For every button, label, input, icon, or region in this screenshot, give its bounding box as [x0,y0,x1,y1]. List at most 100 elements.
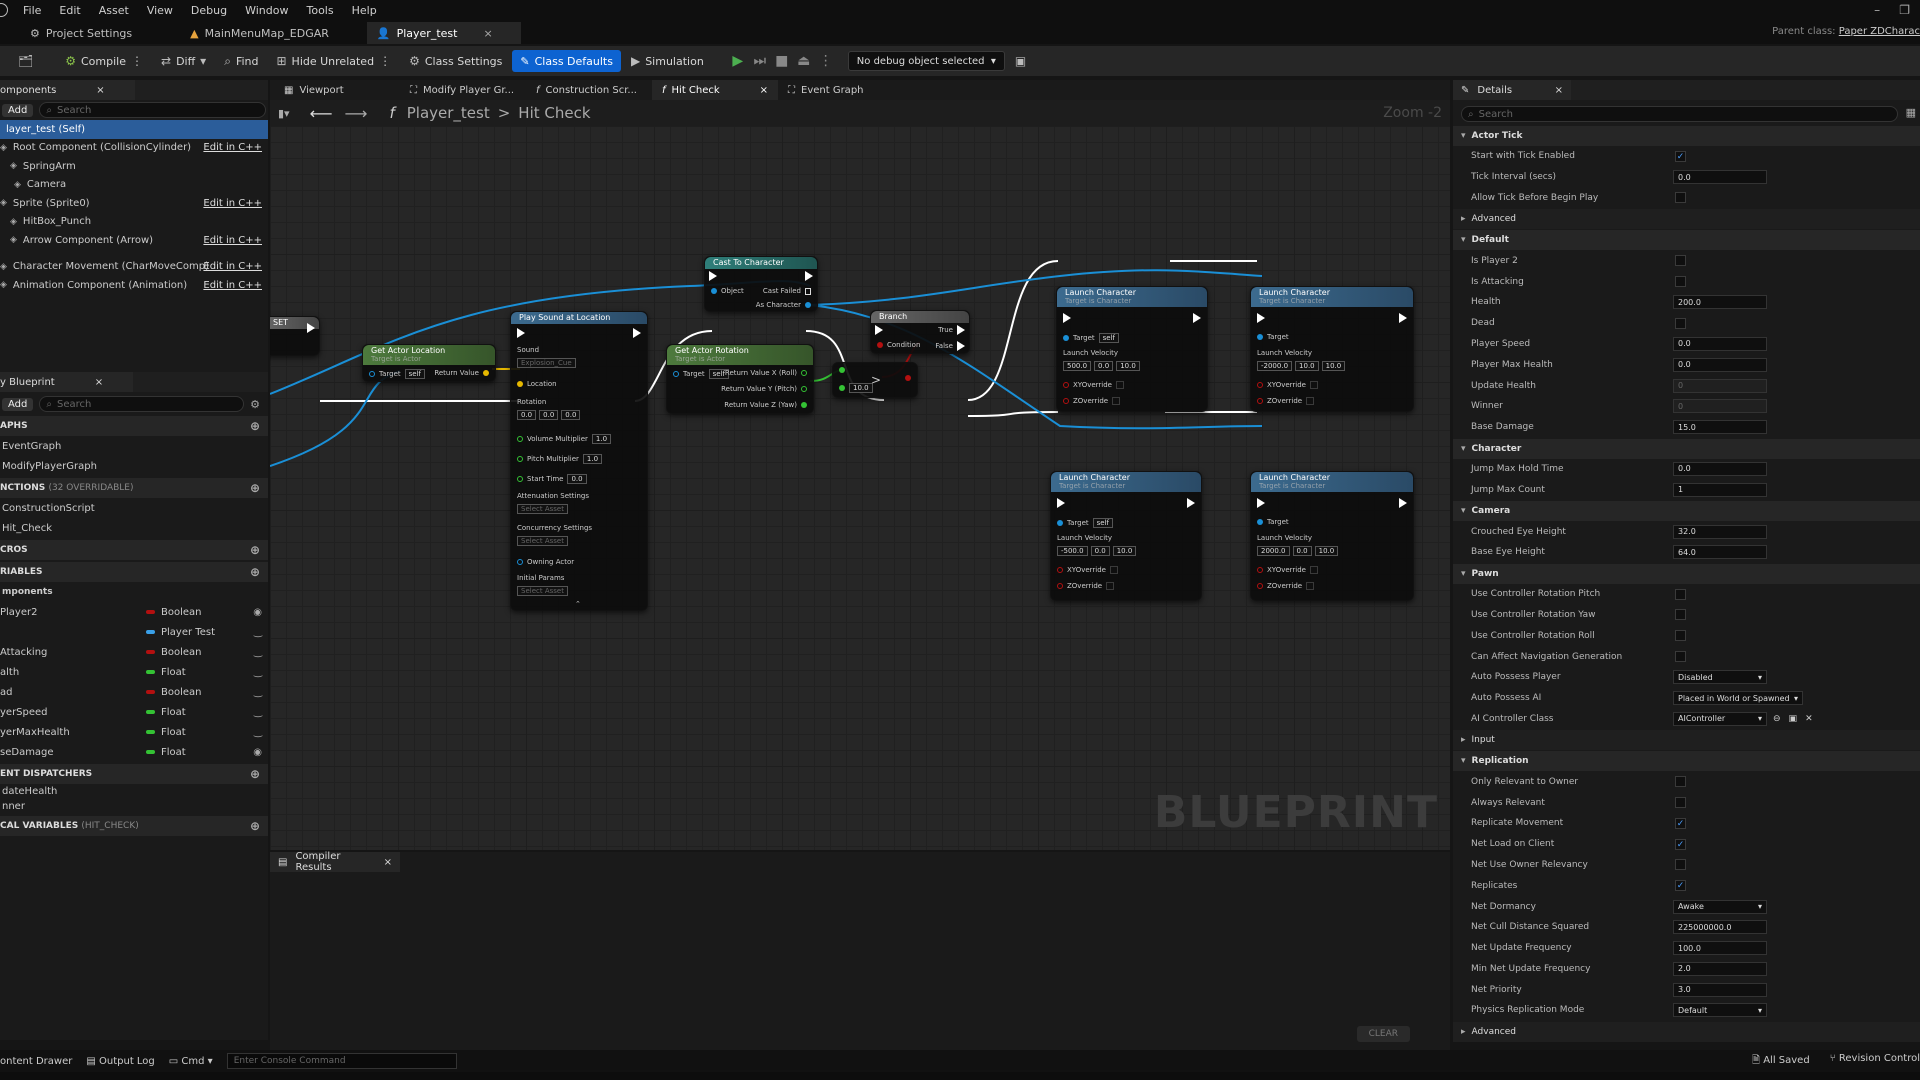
details-category[interactable]: ▸ Input [1453,730,1920,751]
settings-gear-icon[interactable]: ⚙ [250,398,260,411]
tab-modify-player-graph[interactable]: ⛶ Modify Player Gr... [400,80,526,100]
property-value-field[interactable]: 64.0 [1673,545,1767,560]
property-dropdown[interactable]: Placed in World or Spawned ▾ [1673,691,1803,706]
variable-item[interactable]: Player Test ‿ [0,622,268,642]
checkbox[interactable] [1309,566,1318,574]
graph-item-eventgraph[interactable]: EventGraph [0,436,268,456]
debug-object-select[interactable]: No debug object selected ▾ [847,51,1005,71]
property-dropdown[interactable]: Awake ▾ [1673,899,1767,914]
compile-button[interactable]: ⚙ Compile ⋮ [57,50,151,72]
menu-help[interactable]: Help [343,4,386,17]
class-defaults-button[interactable]: ✎ Class Defaults [512,50,621,72]
expand-chevron-icon[interactable]: ⌃ [575,600,581,608]
variable-item[interactable]: yerSpeed Float ‿ [0,702,268,722]
variable-type[interactable]: Float [146,727,186,738]
target-pin[interactable]: Target self [369,369,426,379]
true-pin[interactable]: True [938,325,965,335]
property-checkbox[interactable] [1675,588,1686,600]
components-search-input[interactable]: ⌕ Search [39,102,266,118]
tab-main-menu-map[interactable]: ▲ MainMenuMap_EDGAR [180,22,343,44]
property-dropdown[interactable]: Disabled ▾ [1673,670,1767,685]
component-item[interactable]: layer_test (Self) [0,120,268,139]
pin-value[interactable]: 2000.0 [1257,546,1290,556]
cast-failed-pin[interactable]: Cast Failed [763,287,811,295]
property-dropdown[interactable]: Default ▾ [1673,1003,1767,1018]
variable-item[interactable]: Player2 Boolean ◉ [0,602,268,622]
details-search-input[interactable]: ⌕ Search [1461,106,1898,122]
function-item-constructionscript[interactable]: ConstructionScript [0,498,268,518]
initial-params-pin[interactable]: Initial Params Select Asset [517,574,568,596]
pin-value[interactable]: 10.0 [1295,361,1319,371]
roll-pin[interactable]: Return Value X (Roll) [725,369,807,377]
bookmark-icon[interactable]: ▮▾ [278,107,290,120]
exec-in-pin[interactable] [1057,498,1065,508]
revision-control-button[interactable]: ⑂ Revision Control [1830,1053,1920,1070]
yaw-pin[interactable]: Return Value Z (Yaw) [724,401,807,409]
property-checkbox[interactable] [1675,317,1686,329]
tab-event-graph[interactable]: ⛶ Event Graph [778,80,904,100]
close-tab-icon[interactable]: × [483,27,492,40]
variable-item[interactable]: yerMaxHealth Float ‿ [0,722,268,742]
property-checkbox[interactable] [1675,609,1686,621]
diff-button[interactable]: ⇄ Diff ▾ [153,50,214,72]
component-item[interactable]: ◈ Sprite (Sprite0) Edit in C++ [0,194,268,213]
menu-tools[interactable]: Tools [297,4,342,17]
variable-item[interactable]: Attacking Boolean ‿ [0,642,268,662]
visibility-eye-icon[interactable]: ◉ [253,747,262,758]
property-checkbox[interactable] [1675,192,1686,204]
pin-value[interactable]: 10.0 [1321,361,1346,371]
details-category[interactable]: ▸ Advanced [1453,1021,1920,1042]
volume-multiplier-pin[interactable]: Volume Multiplier 1.0 [517,434,612,444]
exec-in-pin[interactable] [1257,498,1265,508]
save-icon[interactable]: 🗂 [10,50,41,72]
property-value-field[interactable]: 0.0 [1673,461,1767,476]
clear-icon[interactable]: ✕ [1805,714,1813,724]
details-category[interactable]: ▾ Replication [1453,751,1920,772]
parent-class-link[interactable]: Paper ZDCharac [1839,26,1920,37]
pin-value[interactable]: 0.0 [517,410,537,420]
pitch-pin[interactable]: Return Value Y (Pitch) [721,385,807,393]
visibility-closed-icon[interactable]: ‿ [254,707,262,718]
local-variables-section[interactable]: CAL VARIABLES (HIT_CHECK) ⊕ [0,816,268,836]
target-pin[interactable]: Target self [1063,333,1120,343]
pin-value[interactable]: 10.0 [1314,546,1339,556]
kebab-icon[interactable]: ⋮ [816,50,836,72]
all-saved-button[interactable]: 🗎 All Saved [1752,1053,1810,1070]
variable-type[interactable]: Float [146,747,186,758]
exec-out-pin[interactable] [1399,313,1407,323]
launch-velocity-pin[interactable]: Launch Velocity 2000.0 0.0 10.0 [1257,534,1339,556]
variable-type[interactable]: Boolean [146,647,202,658]
exec-in-pin[interactable] [709,271,717,281]
window-controls[interactable]: – ❐ [1874,3,1910,17]
visibility-closed-icon[interactable]: ‿ [254,727,262,738]
exec-out-pin[interactable] [633,328,641,338]
close-icon[interactable]: × [760,85,768,96]
pin-value[interactable]: 0.0 [539,410,559,420]
visibility-closed-icon[interactable]: ‿ [254,687,262,698]
grid-view-icon[interactable]: ▦ [1906,106,1916,119]
checkbox[interactable] [1306,397,1315,405]
false-pin[interactable]: False [935,341,965,351]
add-icon[interactable]: ⊕ [250,565,260,579]
close-icon[interactable]: × [95,377,103,388]
pin-value[interactable]: Select Asset [517,536,568,546]
variable-type[interactable]: Boolean [146,607,202,618]
get-actor-rotation-node[interactable]: Get Actor Rotation Target is Actor Target… [666,344,814,414]
attenuation-pin[interactable]: Attenuation Settings Select Asset [517,492,589,514]
property-checkbox[interactable]: ✓ [1675,880,1686,892]
menu-debug[interactable]: Debug [182,4,236,17]
target-pin[interactable]: Target self [1057,518,1114,528]
breadcrumb-root[interactable]: Player_test [407,104,490,122]
details-category[interactable]: ▾ Camera [1453,501,1920,522]
checkbox[interactable] [1106,582,1115,590]
property-value-field[interactable]: 0.0 [1673,170,1767,185]
menu-file[interactable]: File [14,4,50,17]
property-checkbox[interactable] [1675,859,1686,871]
play-icon[interactable]: ▶ [728,50,748,72]
property-value-field[interactable]: 3.0 [1673,982,1767,997]
condition-pin[interactable]: Condition [877,341,920,349]
launch-character-node[interactable]: Launch Character Target is Character Targe… [1050,471,1202,601]
breadcrumb-current[interactable]: Hit Check [518,104,590,122]
sound-pin[interactable]: Sound Explosion_Cue [517,346,576,368]
checkbox[interactable] [1115,381,1124,389]
